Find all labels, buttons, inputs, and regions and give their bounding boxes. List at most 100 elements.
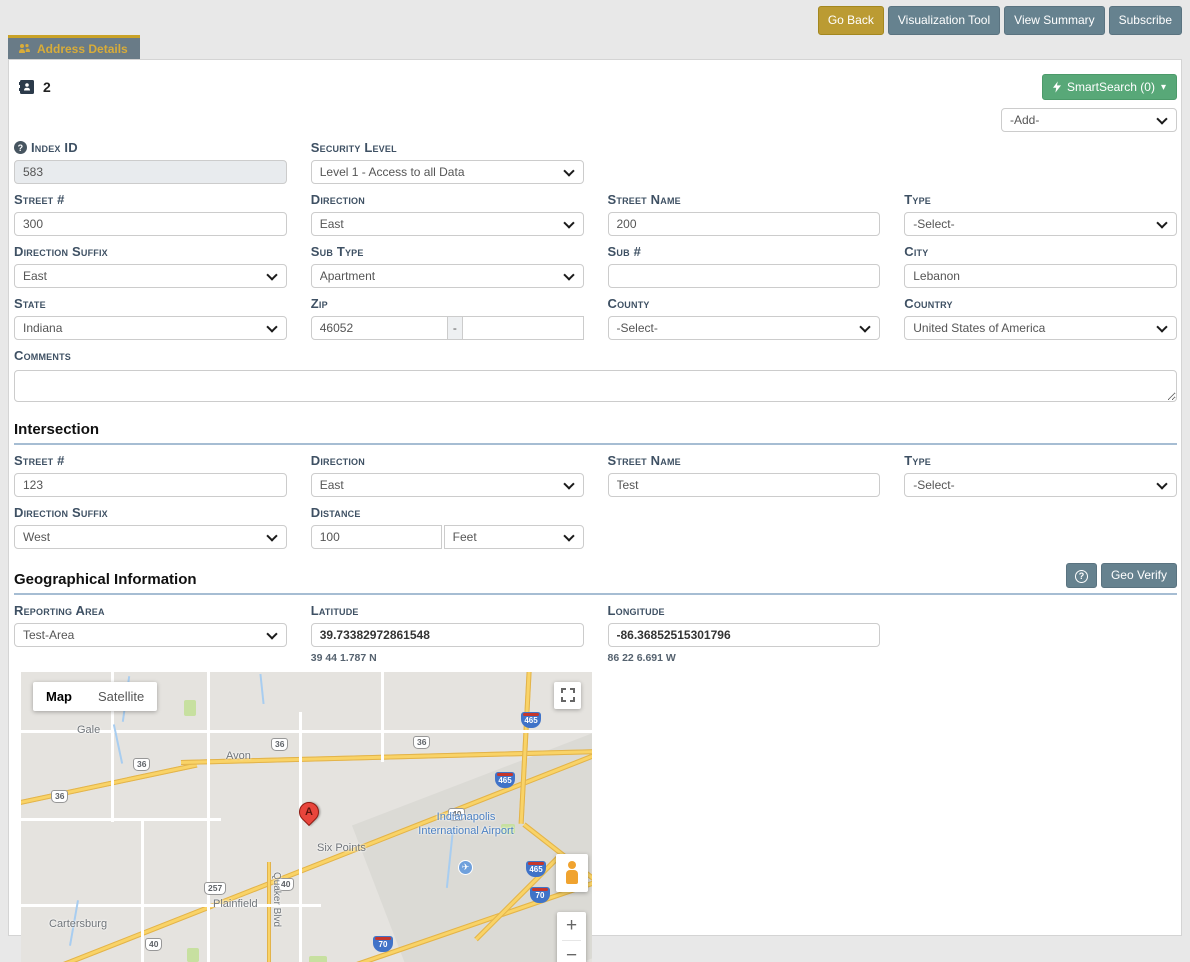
- route-shield-us36: 36: [271, 738, 288, 751]
- int-direction-label: Direction: [311, 453, 584, 468]
- zip-ext-input[interactable]: [462, 316, 584, 340]
- field-sub-no: Sub #: [608, 236, 881, 288]
- street-name-label: Street Name: [608, 192, 881, 207]
- state-select[interactable]: Indiana: [14, 316, 287, 340]
- field-reporting-area: Reporting Area Test-Area: [14, 595, 287, 664]
- field-city: City: [904, 236, 1177, 288]
- zip-label: Zip: [311, 296, 584, 311]
- comments-textarea[interactable]: [14, 370, 1177, 402]
- spacer: [608, 497, 881, 549]
- lightning-bolt-icon: [1053, 81, 1061, 93]
- field-street-no: Street #: [14, 184, 287, 236]
- fullscreen-button[interactable]: [554, 682, 581, 709]
- map-creek: [259, 674, 264, 704]
- field-int-street-name: Street Name: [608, 445, 881, 497]
- go-back-button[interactable]: Go Back: [818, 6, 884, 35]
- geo-verify-button[interactable]: Geo Verify: [1101, 563, 1177, 588]
- address-details-panel: 2 SmartSearch (0) ▾ -Add- ? Index ID: [8, 59, 1182, 936]
- spacer: [904, 132, 1177, 184]
- country-select[interactable]: United States of America: [904, 316, 1177, 340]
- longitude-dms: 86 22 6.691 W: [608, 652, 881, 664]
- zip-separator: -: [448, 316, 462, 340]
- direction-select[interactable]: East: [311, 212, 584, 236]
- address-form: ? Index ID Security Level Level 1 - Acce…: [9, 132, 1181, 962]
- direction-suffix-select[interactable]: East: [14, 264, 287, 288]
- street-no-input[interactable]: [14, 212, 287, 236]
- county-select[interactable]: -Select-: [608, 316, 881, 340]
- field-index-id: ? Index ID: [14, 132, 287, 184]
- spacer: [904, 497, 1177, 549]
- intersection-title: Intersection: [14, 421, 99, 438]
- street-name-input[interactable]: [608, 212, 881, 236]
- map-label-plainfield: Plainfield: [213, 898, 258, 910]
- visualization-tool-button[interactable]: Visualization Tool: [888, 6, 1000, 35]
- map-road: [21, 762, 197, 806]
- map-road: [141, 818, 144, 962]
- geo-header: Geographical Information ? Geo Verify: [14, 563, 1177, 588]
- security-level-select[interactable]: Level 1 - Access to all Data: [311, 160, 584, 184]
- help-icon[interactable]: ?: [14, 141, 27, 154]
- caret-down-icon: ▾: [1161, 82, 1166, 93]
- sub-type-select[interactable]: Apartment: [311, 264, 584, 288]
- zoom-out-button[interactable]: −: [557, 941, 586, 962]
- google-map[interactable]: 36 36 36 36 40 40 40 257 465 465 465 70 …: [21, 672, 592, 962]
- int-direction-select[interactable]: East: [311, 473, 584, 497]
- zoom-in-button[interactable]: +: [557, 912, 586, 941]
- map-label-cartersburg: Cartersburg: [49, 918, 107, 930]
- latitude-input[interactable]: [311, 623, 584, 647]
- add-select-wrapper: -Add-: [1001, 108, 1177, 132]
- map-type-map-button[interactable]: Map: [33, 682, 85, 711]
- sub-type-label: Sub Type: [311, 244, 584, 259]
- country-label: Country: [904, 296, 1177, 311]
- zip-input[interactable]: [311, 316, 448, 340]
- int-street-name-input[interactable]: [608, 473, 881, 497]
- map-label-quaker-blvd: Quaker Blvd: [271, 872, 282, 927]
- fullscreen-icon: [561, 688, 575, 702]
- tab-address-details[interactable]: Address Details: [8, 35, 140, 61]
- type-select[interactable]: -Select-: [904, 212, 1177, 236]
- map-label-airport: Indianapolis International Airport: [416, 810, 516, 839]
- latitude-label: Latitude: [311, 603, 584, 618]
- sub-no-label: Sub #: [608, 244, 881, 259]
- field-int-direction: Direction East: [311, 445, 584, 497]
- distance-unit-select[interactable]: Feet: [444, 525, 584, 549]
- map-road: [207, 672, 210, 962]
- map-road: [299, 712, 302, 962]
- pegman-control[interactable]: [556, 854, 588, 892]
- map-park: [184, 700, 196, 716]
- tab-label: Address Details: [37, 42, 128, 56]
- int-street-name-label: Street Name: [608, 453, 881, 468]
- sub-no-input[interactable]: [608, 264, 881, 288]
- view-summary-button[interactable]: View Summary: [1004, 6, 1104, 35]
- map-type-satellite-button[interactable]: Satellite: [85, 682, 157, 711]
- map-label-six-points: Six Points: [317, 842, 366, 854]
- smartsearch-button[interactable]: SmartSearch (0) ▾: [1042, 74, 1177, 100]
- subscribe-button[interactable]: Subscribe: [1109, 6, 1182, 35]
- int-street-no-input[interactable]: [14, 473, 287, 497]
- panel-header: 2 SmartSearch (0) ▾: [9, 60, 1181, 100]
- geo-help-button[interactable]: ?: [1066, 563, 1097, 588]
- direction-suffix-label: Direction Suffix: [14, 244, 287, 259]
- route-shield-i70: 70: [373, 936, 393, 952]
- reporting-area-label: Reporting Area: [14, 603, 287, 618]
- field-type: Type -Select-: [904, 184, 1177, 236]
- field-direction-suffix: Direction Suffix East: [14, 236, 287, 288]
- county-label: County: [608, 296, 881, 311]
- field-comments: Comments: [14, 348, 1177, 407]
- add-select[interactable]: -Add-: [1001, 108, 1177, 132]
- city-input[interactable]: [904, 264, 1177, 288]
- comments-label: Comments: [14, 348, 1177, 363]
- int-direction-suffix-select[interactable]: West: [14, 525, 287, 549]
- spacer: [904, 595, 1177, 664]
- reporting-area-select[interactable]: Test-Area: [14, 623, 287, 647]
- longitude-input[interactable]: [608, 623, 881, 647]
- field-zip: Zip -: [311, 288, 584, 340]
- field-int-type: Type -Select-: [904, 445, 1177, 497]
- map-road: [21, 730, 592, 733]
- distance-input[interactable]: [311, 525, 442, 549]
- field-latitude: Latitude 39 44 1.787 N: [311, 595, 584, 664]
- marker-letter: A: [305, 806, 313, 818]
- longitude-label: Longitude: [608, 603, 881, 618]
- route-shield-us36: 36: [133, 758, 150, 771]
- int-type-select[interactable]: -Select-: [904, 473, 1177, 497]
